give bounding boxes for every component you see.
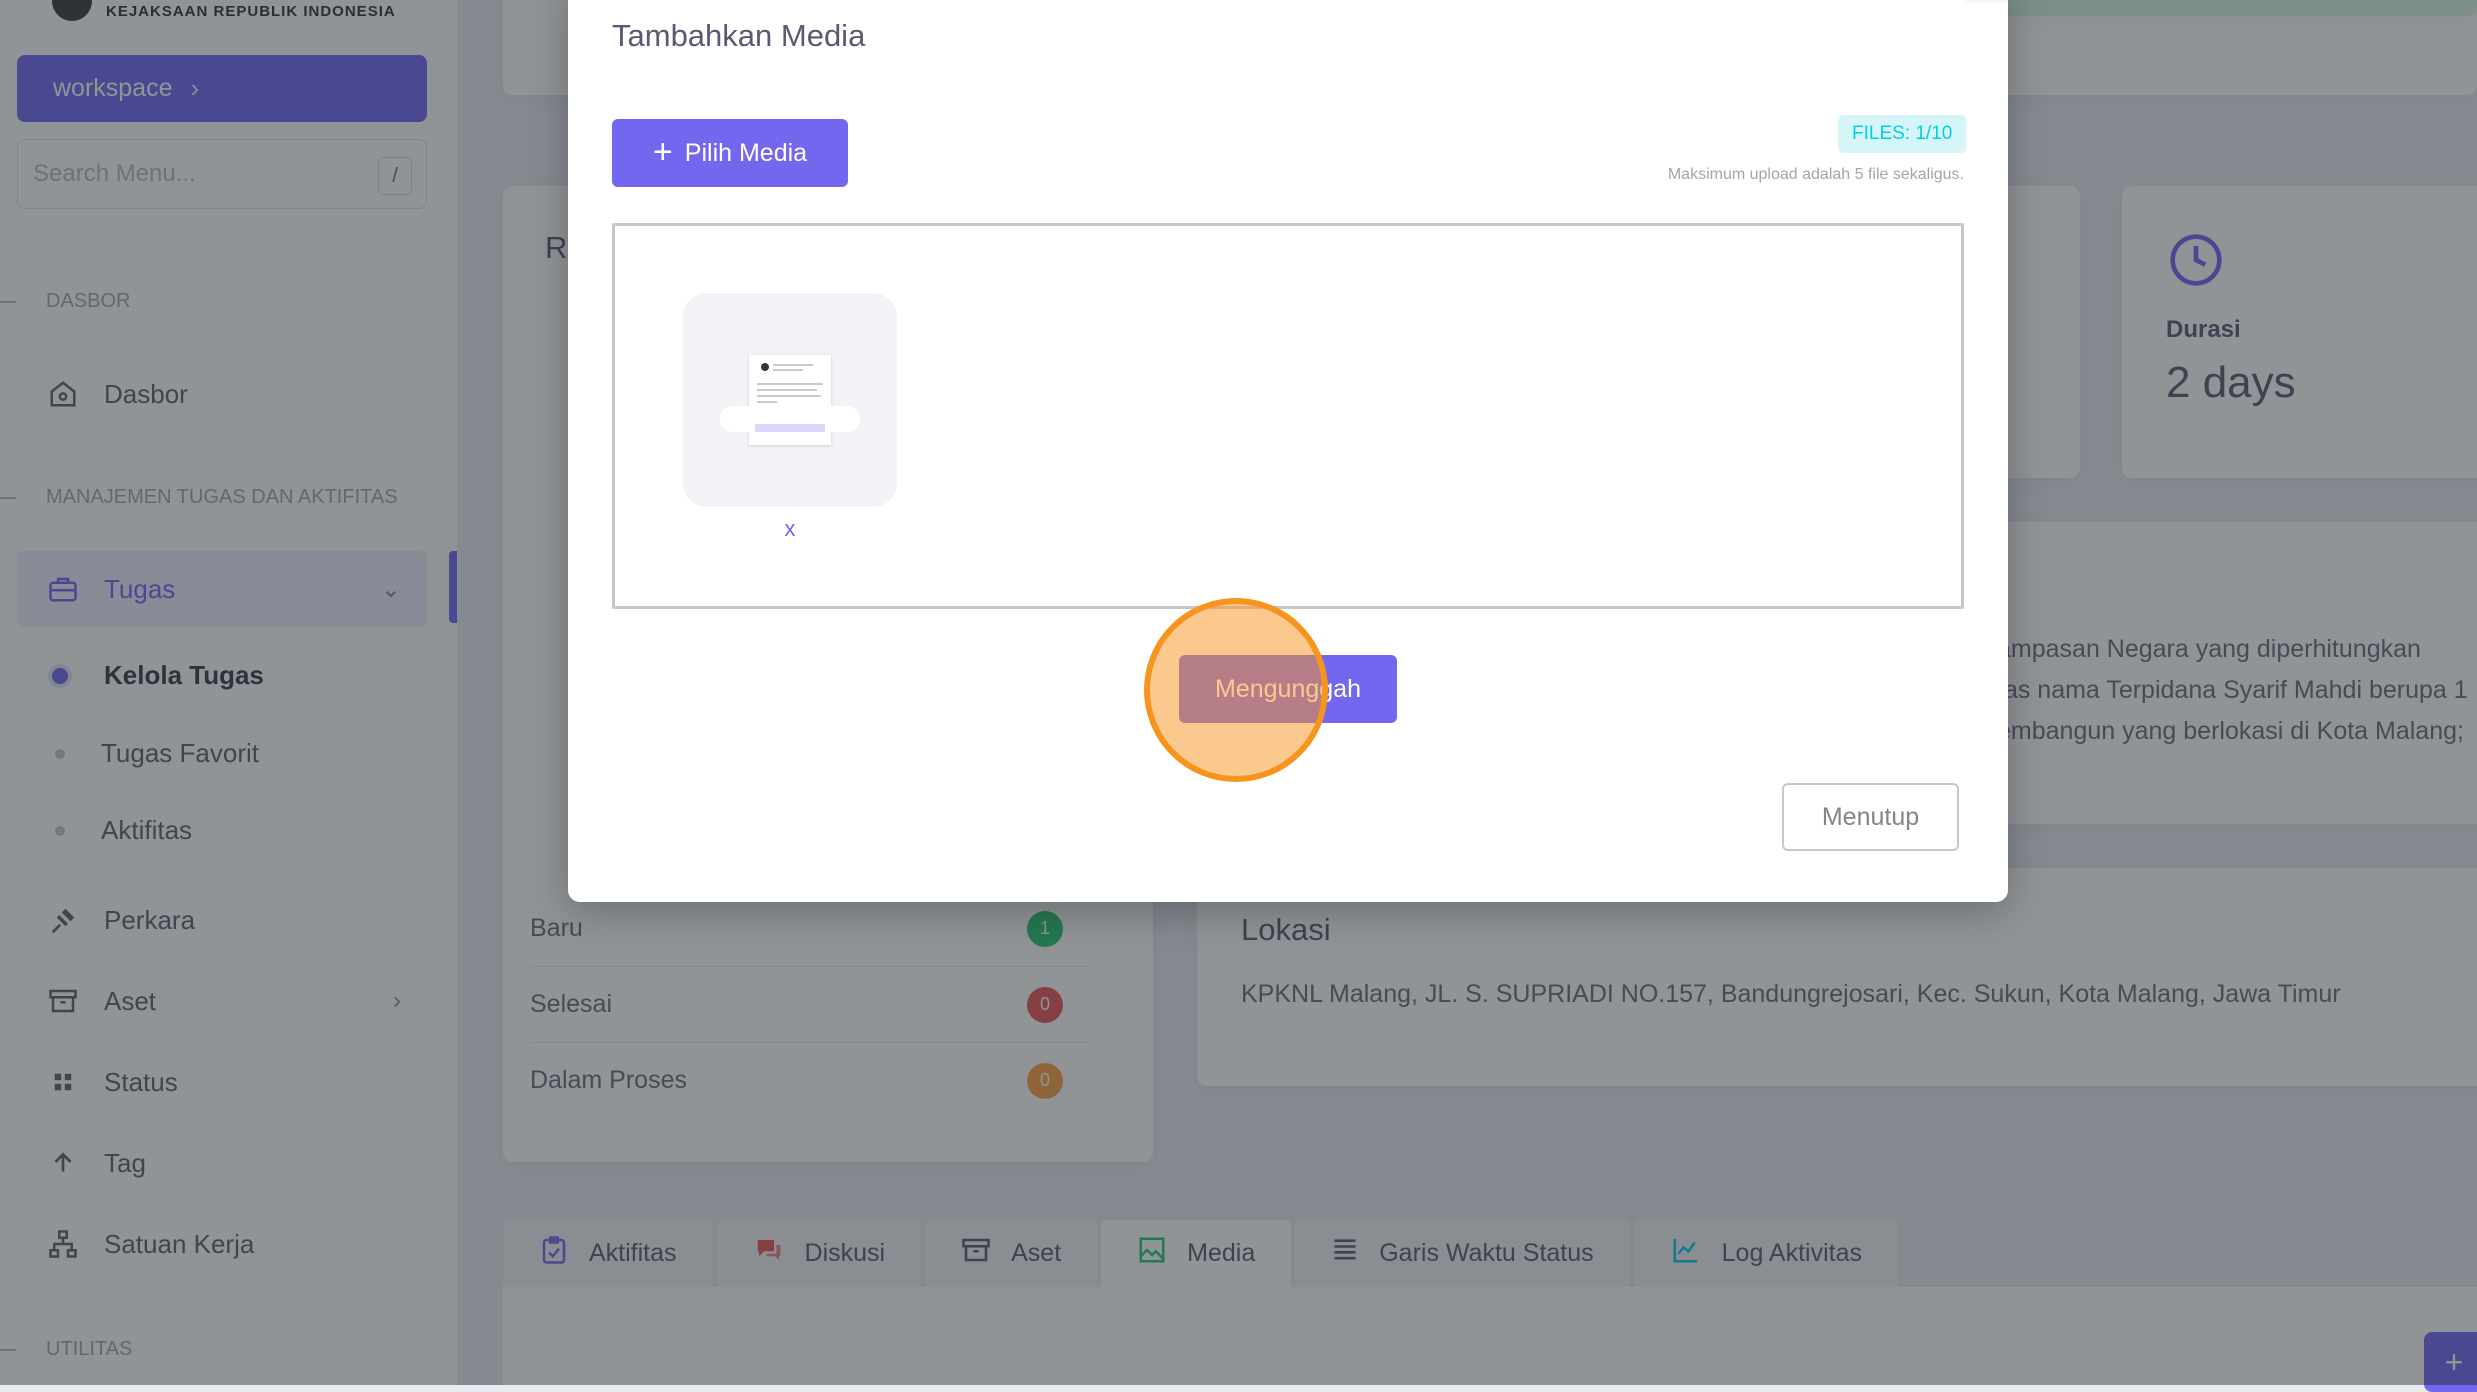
- files-count-badge: FILES: 1/10: [1838, 115, 1967, 153]
- click-highlight-marker: [1144, 598, 1328, 782]
- pick-media-button[interactable]: + Pilih Media: [612, 119, 848, 187]
- media-dropzone[interactable]: x: [612, 223, 1964, 609]
- plus-icon: +: [652, 132, 673, 171]
- pick-media-label: Pilih Media: [684, 138, 808, 167]
- modal-title: Tambahkan Media: [612, 18, 866, 53]
- remove-file-link[interactable]: x: [683, 516, 897, 542]
- file-thumbnail: [683, 293, 897, 507]
- close-button[interactable]: Menutup: [1782, 783, 1959, 851]
- upload-limit-note: Maksimum upload adalah 5 file sekaligus.: [1667, 166, 1964, 183]
- add-media-modal: Tambahkan Media + Pilih Media FILES: 1/1…: [568, 0, 2008, 902]
- close-label: Menutup: [1821, 802, 1920, 831]
